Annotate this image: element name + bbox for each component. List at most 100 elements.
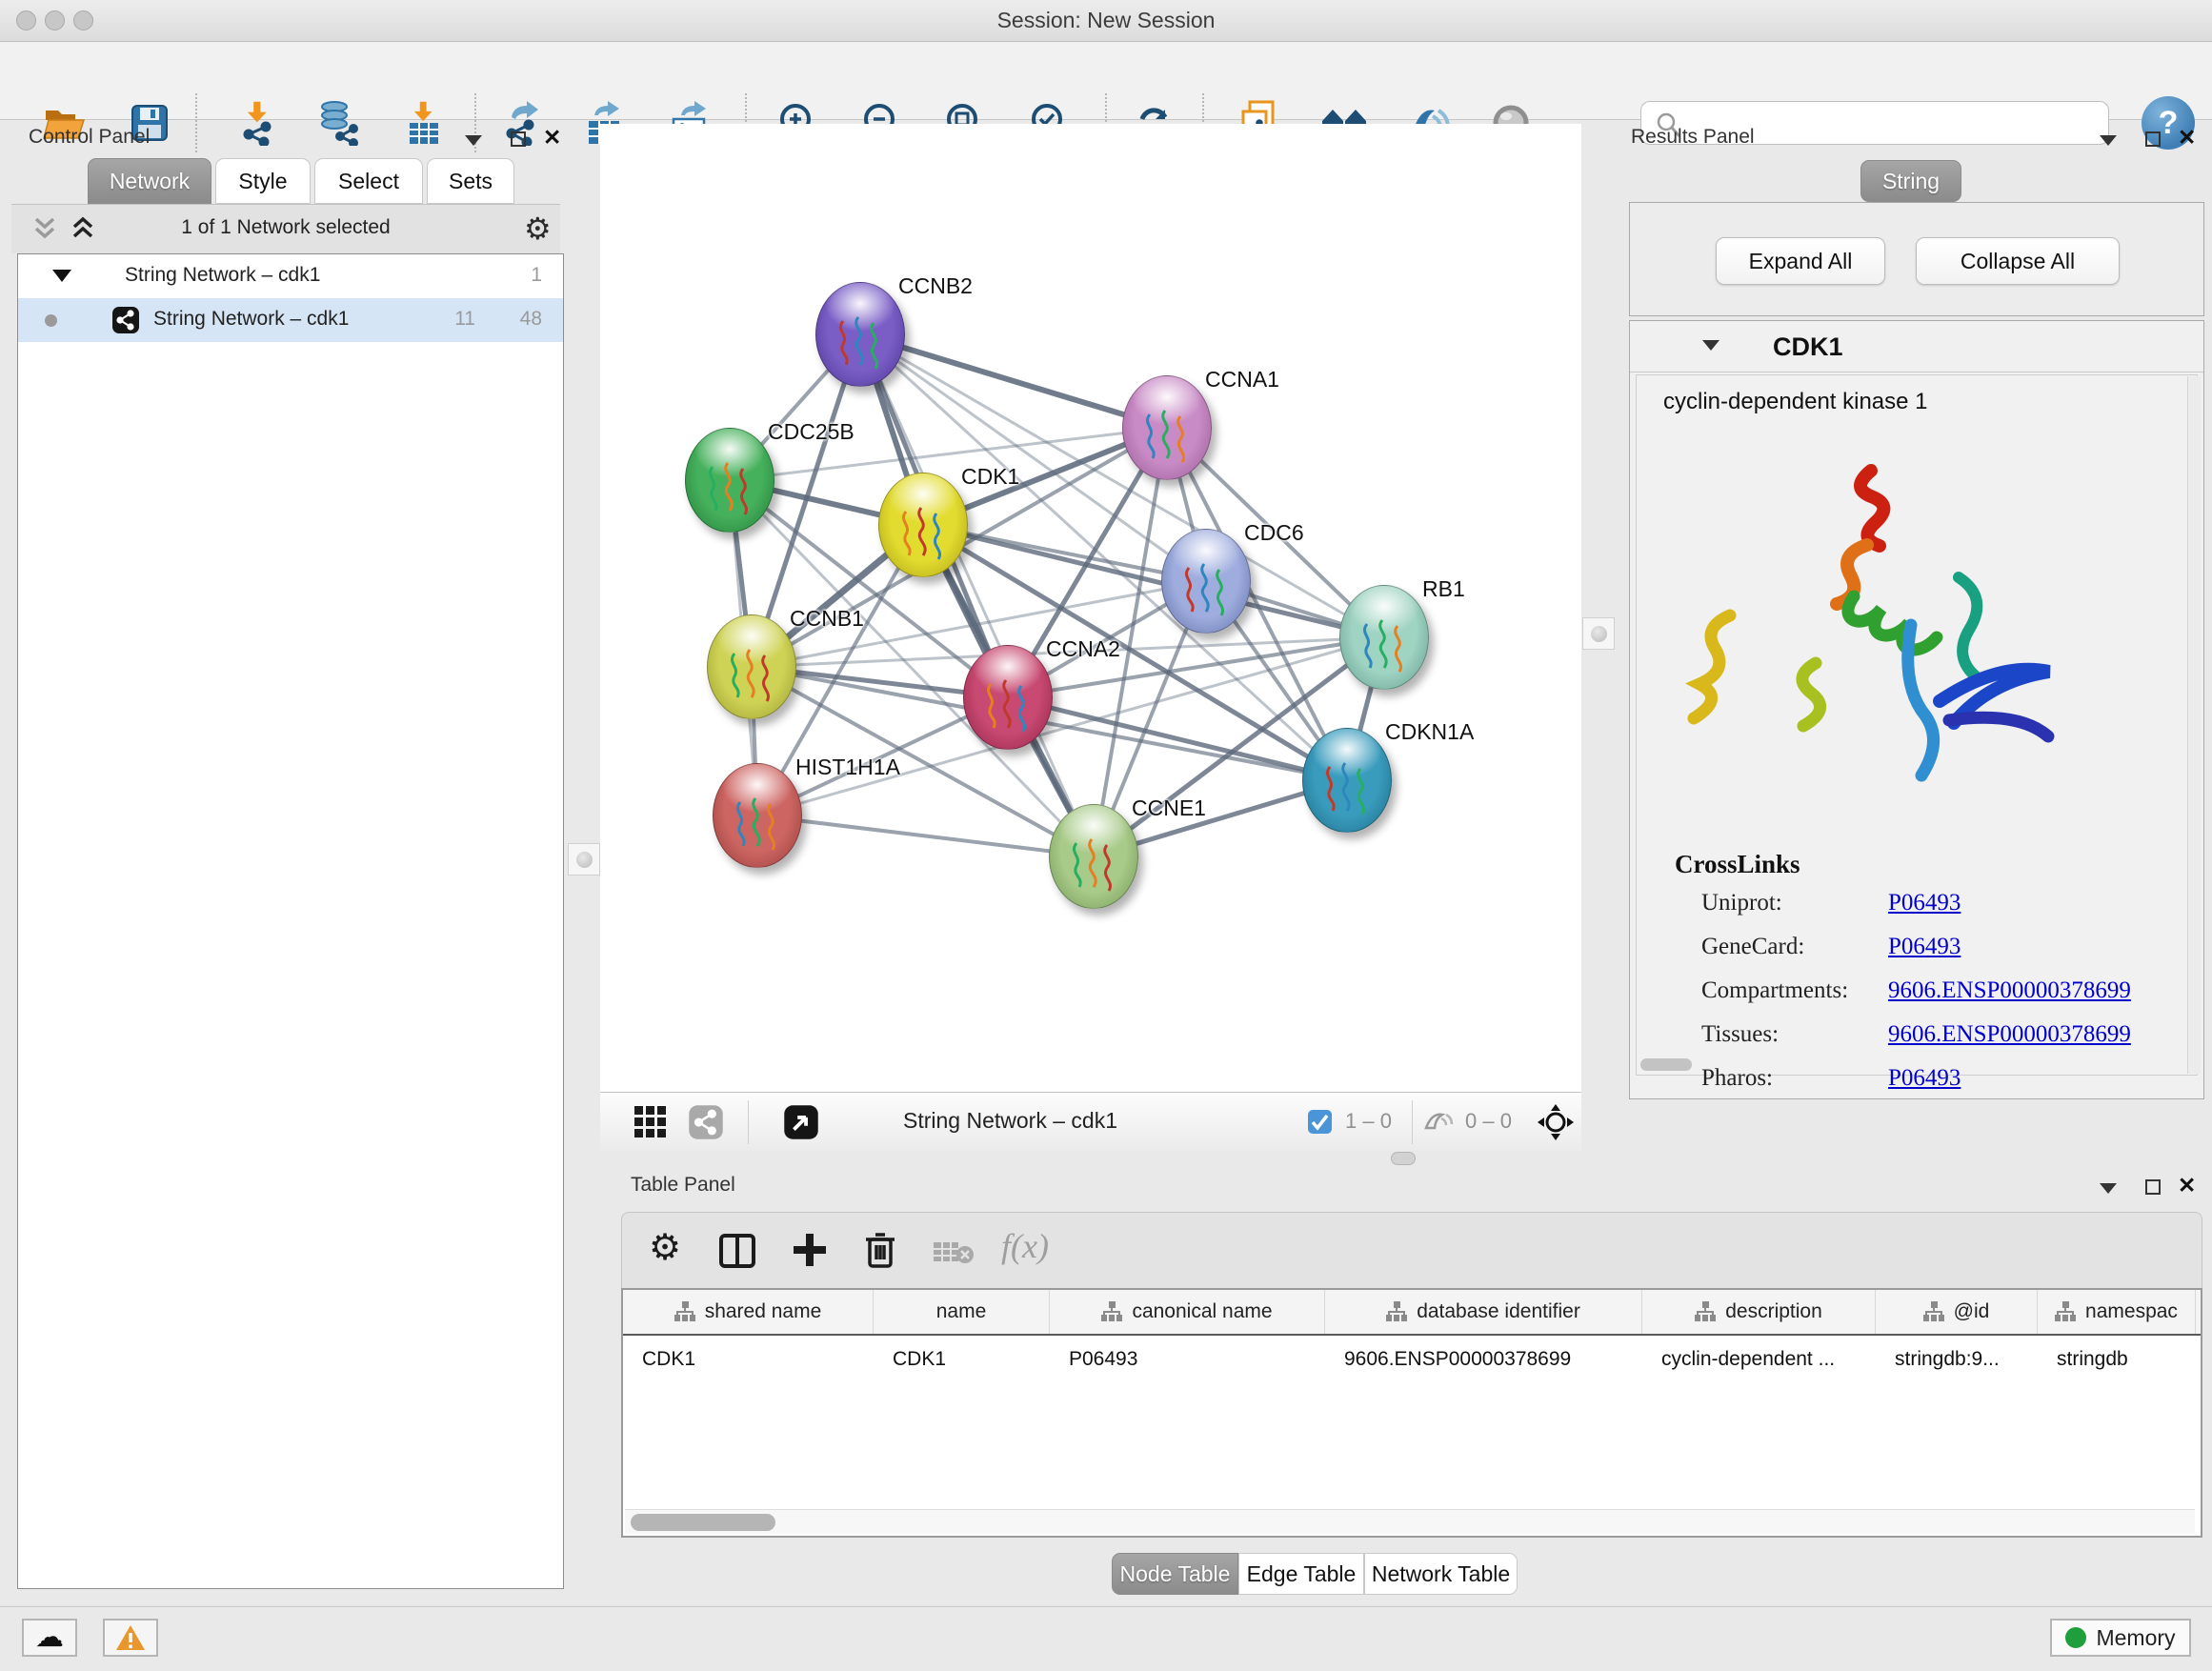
show-columns-icon[interactable] [719, 1234, 755, 1268]
main-toolbar: ? [0, 42, 2212, 120]
column-header-description[interactable]: description [1642, 1290, 1876, 1334]
import-table-button[interactable] [396, 96, 450, 150]
table-cell[interactable]: stringdb:9... [1876, 1338, 2038, 1381]
protein-scribble-icon [1357, 618, 1411, 677]
column-header-database-identifier[interactable]: database identifier [1325, 1290, 1642, 1334]
control-panel-float-icon[interactable] [511, 131, 526, 147]
control-panel-menu-icon[interactable] [465, 135, 482, 146]
expand-all-button[interactable]: Expand All [1716, 237, 1885, 285]
protein-collapse-icon[interactable] [1702, 340, 1719, 351]
tab-network[interactable]: Network [88, 158, 211, 204]
column-header-namespac[interactable]: namespac [2038, 1290, 2196, 1334]
network-node-cdkn1a[interactable] [1302, 728, 1392, 833]
toolbar-separator [195, 93, 197, 152]
open-in-window-icon[interactable] [783, 1104, 819, 1140]
table-hscroll-track[interactable] [625, 1509, 2195, 1534]
column-header-label: name [936, 1300, 987, 1323]
table-panel-close-icon[interactable]: ✕ [2178, 1178, 2196, 1193]
network-selection-status: 1 of 1 Network selected [11, 216, 560, 239]
crosslink-link[interactable]: P06493 [1888, 934, 1961, 960]
crosslink-label: Uniprot: [1701, 890, 1888, 916]
column-header-name[interactable]: name [874, 1290, 1050, 1334]
protein-section-header[interactable]: CDK1 [1630, 321, 2203, 372]
network-node-cdc6[interactable] [1161, 529, 1251, 634]
collection-expand-icon[interactable] [52, 270, 71, 282]
table-panel-title: Table Panel [631, 1174, 735, 1197]
crosslink-row: Compartments:9606.ENSP00000378699 [1701, 977, 2178, 1004]
crosslink-link[interactable]: P06493 [1888, 890, 1961, 916]
cloud-button[interactable]: ☁ [22, 1619, 77, 1657]
node-label-ccnb2: CCNB2 [898, 273, 973, 299]
network-node-ccna1[interactable] [1122, 375, 1212, 480]
tab-edge-table[interactable]: Edge Table [1238, 1553, 1364, 1595]
results-vscroll-track[interactable] [2187, 376, 2201, 1074]
crosslink-row: Pharos:P06493 [1701, 1065, 2178, 1092]
tab-node-table[interactable]: Node Table [1112, 1553, 1238, 1595]
results-panel-close-icon[interactable]: ✕ [2178, 130, 2196, 145]
table-hscroll-thumb[interactable] [631, 1514, 775, 1531]
collapse-all-button[interactable]: Collapse All [1916, 237, 2120, 285]
tab-string[interactable]: String [1860, 160, 1961, 202]
birdseye-crosshair-icon[interactable] [1536, 1102, 1576, 1142]
network-node-cdc25b[interactable] [685, 428, 774, 533]
network-node-ccne1[interactable] [1049, 804, 1138, 909]
table-panel-menu-icon[interactable] [2100, 1183, 2117, 1194]
network-node-rb1[interactable] [1339, 585, 1429, 690]
crosslink-row: Tissues:9606.ENSP00000378699 [1701, 1021, 2178, 1048]
network-node-ccnb1[interactable] [707, 614, 796, 719]
tab-sets[interactable]: Sets [427, 158, 514, 204]
results-panel-float-icon[interactable] [2145, 131, 2161, 147]
network-node-ccnb2[interactable] [815, 282, 905, 387]
crosslink-label: Tissues: [1701, 1021, 1888, 1048]
table-cell[interactable]: CDK1 [874, 1338, 1050, 1381]
add-column-icon[interactable] [792, 1232, 828, 1268]
table-cell[interactable]: stringdb [2038, 1338, 2196, 1381]
control-panel-close-icon[interactable]: ✕ [543, 130, 561, 145]
network-node-hist1h1a[interactable] [713, 763, 802, 868]
tab-select[interactable]: Select [314, 158, 423, 204]
left-splitter-handle[interactable] [568, 843, 600, 876]
table-cell[interactable]: cyclin-dependent ... [1642, 1338, 1876, 1381]
table-cell[interactable]: CDK1 [623, 1338, 874, 1381]
titlebar: Session: New Session [0, 0, 2212, 42]
network-row[interactable]: String Network – cdk1 11 48 [18, 298, 563, 342]
crosslink-link[interactable]: 9606.ENSP00000378699 [1888, 977, 2131, 1004]
warnings-button[interactable] [103, 1619, 158, 1657]
results-panel-menu-icon[interactable] [2100, 135, 2117, 146]
crosslink-link[interactable]: P06493 [1888, 1065, 1961, 1092]
selected-checkbox-icon[interactable] [1307, 1109, 1333, 1135]
import-network-database-button[interactable] [311, 96, 364, 150]
column-header-canonical-name[interactable]: canonical name [1050, 1290, 1325, 1334]
tab-style[interactable]: Style [215, 158, 311, 204]
network-node-cdk1[interactable] [878, 473, 968, 577]
status-bar: ☁ Memory [0, 1606, 2212, 1671]
hidden-eye-icon[interactable] [1423, 1109, 1456, 1135]
table-cell[interactable]: 9606.ENSP00000378699 [1325, 1338, 1642, 1381]
import-network-file-button[interactable] [231, 96, 285, 150]
table-row[interactable]: CDK1CDK1P064939606.ENSP00000378699cyclin… [623, 1338, 2201, 1381]
bottom-splitter-handle[interactable] [1391, 1152, 1416, 1165]
network-collection-row[interactable]: String Network – cdk1 1 [18, 254, 563, 298]
crosslink-link[interactable]: 9606.ENSP00000378699 [1888, 1021, 2131, 1048]
table-panel-float-icon[interactable] [2145, 1179, 2161, 1195]
network-node-ccna2[interactable] [963, 645, 1053, 750]
tab-network-table[interactable]: Network Table [1364, 1553, 1518, 1595]
crosslink-label: GeneCard: [1701, 934, 1888, 960]
network-options-gear-icon[interactable]: ⚙ [524, 211, 552, 247]
protein-scribble-icon [1067, 837, 1120, 896]
protein-scribble-icon [725, 648, 778, 707]
memory-button[interactable]: Memory [2050, 1619, 2191, 1657]
table-settings-gear-icon[interactable]: ⚙ [649, 1226, 681, 1269]
column-header--id[interactable]: @id [1876, 1290, 2038, 1334]
network-share-icon[interactable] [688, 1104, 724, 1140]
network-canvas[interactable]: CCNB2CCNA1CDC25BCDK1CDC6RB1CCNB1CCNA2CDK… [600, 124, 1581, 1092]
table-cell[interactable]: P06493 [1050, 1338, 1325, 1381]
grid-view-icon[interactable] [633, 1104, 669, 1140]
column-header-shared-name[interactable]: shared name [623, 1290, 874, 1334]
crosslinks-hscroll-thumb[interactable] [1640, 1058, 1692, 1071]
column-header-label: @id [1954, 1300, 1990, 1323]
edge-CCNB2-CCNA1[interactable] [860, 334, 1167, 428]
edge-CCNE1-HIST1H1A[interactable] [757, 815, 1094, 856]
delete-column-icon[interactable] [864, 1230, 896, 1270]
right-splitter-handle[interactable] [1582, 617, 1615, 650]
